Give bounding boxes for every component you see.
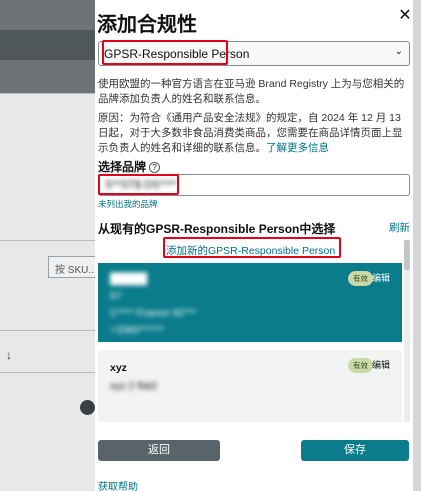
- person-address-1: 67: [110, 290, 122, 302]
- compliance-type-select[interactable]: GPSR-Responsible Person ⌄: [98, 41, 410, 66]
- brand-value: S**ST$ DS****: [105, 179, 177, 191]
- unlisted-brand-link[interactable]: 未列出我的品牌: [98, 198, 158, 210]
- background-right-edge: [413, 0, 421, 491]
- list-scrollbar[interactable]: [404, 240, 410, 422]
- add-compliance-panel: 添加合规性 ✕ GPSR-Responsible Person ⌄ 使用欧盟的一…: [95, 0, 413, 491]
- sort-down-icon: ↓: [6, 348, 12, 362]
- background-divider: [0, 93, 95, 94]
- section-title: 从现有的GPSR-Responsible Person中选择: [98, 222, 336, 236]
- background-divider: [0, 372, 95, 373]
- person-address-2: C**** France 92***: [110, 307, 197, 319]
- close-icon[interactable]: ✕: [397, 8, 413, 24]
- refresh-link[interactable]: 刷新: [389, 220, 410, 235]
- person-address-1: xyz 2 flat2: [110, 380, 158, 392]
- add-new-person-link[interactable]: 添加新的GPSR-Responsible Person: [166, 243, 335, 258]
- chevron-down-icon: ⌄: [394, 46, 403, 57]
- panel-title: 添加合规性: [97, 14, 197, 36]
- edit-link[interactable]: 编辑: [372, 358, 390, 371]
- person-name: █████: [110, 273, 148, 285]
- learn-more-link[interactable]: 了解更多信息: [266, 142, 329, 154]
- background-divider: [0, 240, 95, 241]
- background-sku-search: 按 SKU...: [48, 256, 95, 278]
- status-badge: 有效: [348, 271, 373, 286]
- scrollbar-thumb[interactable]: [404, 240, 410, 270]
- back-button[interactable]: 返回: [98, 440, 220, 461]
- person-name: xyz: [110, 362, 127, 374]
- brand-label: 选择品牌?: [98, 158, 161, 175]
- reason-text: 原因：为符合《通用产品安全法规》的规定，自 2024 年 12 月 13 日起，…: [98, 112, 403, 154]
- help-link[interactable]: 获取帮助: [98, 478, 138, 491]
- help-icon[interactable]: ?: [149, 162, 161, 173]
- save-button[interactable]: 保存: [301, 440, 409, 461]
- person-list: █████ 67 C**** France 92*** +3380****** …: [98, 258, 402, 422]
- edit-link[interactable]: 编辑: [372, 271, 390, 284]
- background-divider: [0, 330, 95, 331]
- compliance-type-value: GPSR-Responsible Person: [104, 47, 250, 61]
- brand-input[interactable]: S**ST$ DS****: [98, 174, 410, 196]
- person-phone: +3380******: [110, 324, 165, 336]
- background-circle-icon: [80, 400, 95, 415]
- background-page: 按 SKU... ↓: [0, 0, 95, 491]
- person-card-selected[interactable]: █████ 67 C**** France 92*** +3380****** …: [98, 263, 402, 342]
- status-badge: 有效: [348, 358, 373, 373]
- person-card[interactable]: xyz xyz 2 flat2 有效 编辑: [98, 350, 402, 422]
- description-text: 使用欧盟的一种官方语言在亚马逊 Brand Registry 上为与您相关的品牌…: [98, 78, 405, 105]
- background-header: [0, 0, 95, 93]
